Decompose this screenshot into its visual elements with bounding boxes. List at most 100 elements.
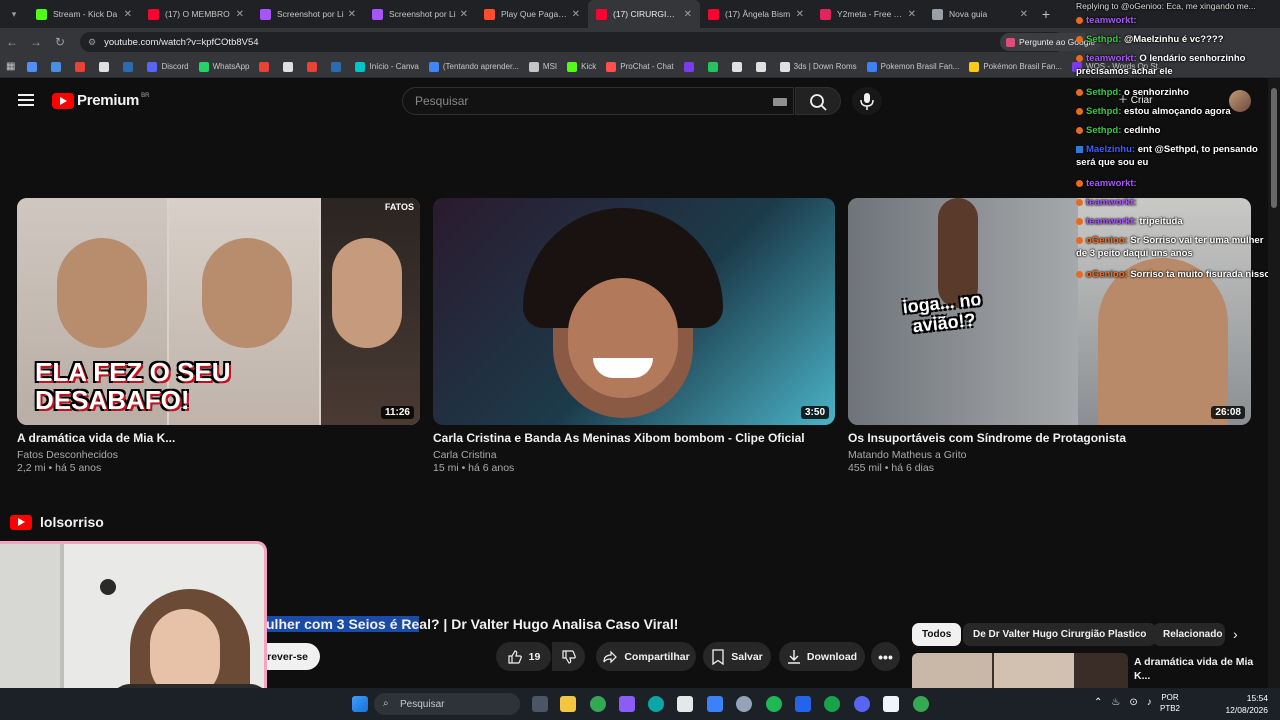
discord-icon[interactable] [854,696,870,712]
task-view-icon[interactable] [532,696,548,712]
site-info-icon[interactable]: ⚙ [88,37,96,48]
browser-tab[interactable]: Y2meta - Free You ✕ [812,0,924,28]
browser-tab[interactable]: Nova guia ✕ [924,0,1036,28]
browser-tab[interactable]: Screenshot por Li ✕ [364,0,476,28]
bookmark-item[interactable]: (Tentando aprender... [428,61,519,72]
chat-username[interactable]: Maelzinhu: [1086,144,1135,155]
chrome-icon[interactable] [590,696,606,712]
keyboard-language[interactable]: POR PTB2 [1160,692,1180,714]
bookmark-item[interactable]: Kick [567,61,596,72]
browser-tab[interactable]: Play Que Paga | H ✕ [476,0,588,28]
app-icon[interactable] [795,696,811,712]
bookmark-item[interactable]: MSI [528,61,557,72]
bookmark-item[interactable] [99,61,113,72]
reload-icon[interactable]: ↻ [48,35,72,49]
chat-username[interactable]: teamworkt: [1086,53,1137,64]
video-title[interactable]: A dramática vida de Mia K... [17,431,175,445]
bookmark-item[interactable] [283,61,297,72]
bookmark-item[interactable] [755,61,770,72]
bookmark-item[interactable]: 3ds | Down Roms [779,61,857,72]
browser-tab[interactable]: Screenshot por Li ✕ [252,0,364,28]
app-icon[interactable] [883,696,899,712]
tab-close-icon[interactable]: ✕ [796,9,804,20]
search-button[interactable] [795,87,841,115]
video-thumbnail-2[interactable]: 3:50 [433,198,835,425]
taskbar-search-input[interactable]: ⌕ Pesquisar [374,693,520,715]
file-explorer-icon[interactable] [560,696,576,712]
dislike-button[interactable] [552,642,585,671]
chat-username[interactable]: oGenioo: [1086,269,1128,280]
bookmark-item[interactable] [75,61,89,72]
chat-username[interactable]: Sethpd: [1086,34,1121,45]
browser-tab[interactable]: (17) Ângela Bism ✕ [700,0,812,28]
like-button[interactable]: 19 [496,642,551,671]
tab-close-icon[interactable]: ✕ [124,9,132,20]
more-actions-button[interactable]: ••• [871,642,900,671]
tab-close-icon[interactable]: ✕ [348,9,356,20]
hamburger-menu-icon[interactable] [18,94,34,106]
chevron-right-icon[interactable]: › [1233,626,1238,642]
chrome-icon[interactable] [913,696,929,712]
bookmark-item[interactable]: ProChat - Chat [606,61,674,72]
bookmark-item[interactable] [123,61,137,72]
copilot-icon[interactable] [619,696,635,712]
bookmark-item[interactable]: Pokémon Brasil Fan... [969,61,1062,72]
url-bar[interactable]: ⚙ youtube.com/watch?v=kpfCOtb8V54 [80,32,1065,52]
chip-all[interactable]: Todos [912,623,962,646]
page-scrollbar-thumb[interactable] [1271,88,1277,208]
video-title[interactable]: Carla Cristina e Banda As Meninas Xibom … [433,431,805,445]
apps-grid-icon[interactable]: ▦ [6,61,15,72]
video-title[interactable]: Os Insuportáveis com Síndrome de Protago… [848,431,1126,445]
chat-username[interactable]: teamworkt: [1086,216,1137,227]
windows-start-icon[interactable] [352,696,368,712]
video-thumbnail-1[interactable]: FATOS ELA FEZ O SEU DESABAFO! 11:26 [17,198,420,425]
new-tab-button[interactable]: + [1036,6,1056,22]
chat-username[interactable]: Sethpd: [1086,125,1121,136]
voice-search-button[interactable] [852,87,882,115]
youtube-premium-logo[interactable]: Premium BR [52,92,149,109]
chat-username[interactable]: teamworkt: [1086,178,1137,189]
bookmark-item[interactable] [683,61,698,72]
bookmark-item[interactable]: Discord [147,61,189,72]
forward-icon[interactable]: → [24,35,48,49]
back-icon[interactable]: ← [0,35,24,49]
app-icon[interactable] [736,696,752,712]
tab-close-icon[interactable]: ✕ [1020,9,1028,20]
bookmark-item[interactable] [331,61,345,72]
bookmark-item[interactable] [731,61,746,72]
browser-tab[interactable]: Stream - Kick Da ✕ [28,0,140,28]
tab-close-icon[interactable]: ✕ [572,9,580,20]
chip-related[interactable]: Relacionado [1153,623,1225,646]
bookmark-item[interactable] [51,61,65,72]
browser-tab[interactable]: (17) CIRURGIÃO P ✕ [588,0,700,28]
video-channel[interactable]: Fatos Desconhecidos [17,449,118,461]
bookmark-item[interactable]: WhatsApp [198,61,249,72]
tab-close-icon[interactable]: ✕ [236,9,244,20]
app-icon[interactable] [824,696,840,712]
video-channel[interactable]: Matando Matheus a Grito [848,449,966,461]
chat-username[interactable]: oGenioo: [1086,235,1128,246]
chat-username[interactable]: Sethpd: [1086,106,1121,117]
bookmark-item[interactable] [27,61,41,72]
bookmark-item[interactable] [707,61,722,72]
browser-tab[interactable]: (17) O MEMBRO ✕ [140,0,252,28]
side-video-thumbnail[interactable] [912,653,1128,689]
chat-username[interactable]: Sethpd: [1086,87,1121,98]
tab-close-icon[interactable]: ✕ [908,9,916,20]
chip-from-channel[interactable]: De Dr Valter Hugo Cirurgião Plastico [963,623,1157,646]
tab-close-icon[interactable]: ✕ [684,9,692,20]
tab-close-icon[interactable]: ✕ [460,9,468,20]
video-channel[interactable]: Carla Cristina [433,449,497,461]
spotify-icon[interactable] [766,696,782,712]
store-icon[interactable] [677,696,693,712]
bookmark-item[interactable]: Início - Canva [355,61,419,72]
download-button[interactable]: Download [779,642,865,671]
edge-icon[interactable] [648,696,664,712]
search-input[interactable]: Pesquisar [402,87,794,115]
keyboard-icon[interactable] [773,98,787,106]
side-video-title[interactable]: A dramática vida de Mia K... [1134,655,1264,683]
bookmark-item[interactable]: Pokemon Brasil Fan... [866,61,959,72]
share-button[interactable]: Compartilhar [596,642,696,671]
bookmark-item[interactable] [307,61,321,72]
bookmark-item[interactable] [259,61,273,72]
